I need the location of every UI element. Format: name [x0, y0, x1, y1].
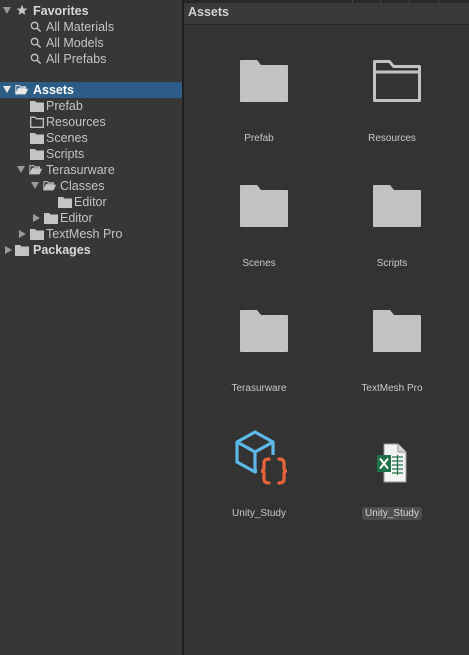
asset-label: Terasurware: [199, 383, 319, 394]
search-icon: [30, 21, 42, 33]
tree-item-all-materials[interactable]: All Materials: [0, 19, 182, 35]
asset-textmesh-pro[interactable]: TextMesh Pro: [332, 309, 452, 419]
asset-scenes[interactable]: Scenes: [199, 184, 319, 294]
tree-item-label: Editor: [60, 211, 93, 225]
tree-item-terasurware[interactable]: Terasurware: [0, 162, 182, 178]
asset-label: Unity_Study: [332, 507, 452, 520]
folder-icon: [30, 101, 44, 112]
tree-item-label: All Models: [46, 36, 104, 50]
folder-icon: [240, 310, 288, 352]
tree-item-label: Terasurware: [46, 163, 115, 177]
empty-folder-icon: [30, 116, 44, 128]
collapse-arrow-icon[interactable]: [19, 230, 26, 238]
search-icon: [30, 53, 42, 65]
tree-item-label: Scripts: [46, 147, 85, 161]
tree-item-editor[interactable]: Editor: [0, 210, 182, 226]
folder-icon: [240, 185, 288, 227]
tree-item-label: All Prefabs: [46, 52, 107, 66]
search-icon: [30, 37, 42, 49]
open-folder-icon: [15, 85, 29, 95]
expand-arrow-icon[interactable]: [17, 166, 25, 173]
breadcrumb: Assets: [188, 5, 229, 19]
asset-label: Scenes: [199, 258, 319, 269]
folder-icon: [373, 185, 421, 227]
tree-item-label: Scenes: [46, 131, 88, 145]
tree-item-prefab[interactable]: Prefab: [0, 98, 182, 114]
tree-item-all-models[interactable]: All Models: [0, 35, 182, 51]
asset-label-text: Unity_Study: [362, 507, 422, 520]
asset-label-text: Scenes: [242, 258, 276, 269]
open-folder-icon: [29, 165, 43, 175]
tree-item-classes-editor[interactable]: Editor: [0, 194, 182, 210]
tree-favorites[interactable]: Favorites: [0, 3, 182, 19]
tree-item-label: Prefab: [46, 99, 83, 113]
folder-icon: [44, 213, 58, 224]
tree-item-all-prefabs[interactable]: All Prefabs: [0, 51, 182, 67]
tree-item-label: Resources: [46, 115, 106, 129]
expand-arrow-icon[interactable]: [3, 7, 11, 14]
folder-icon: [15, 245, 29, 256]
favorites-label: Favorites: [33, 4, 89, 18]
tree-item-label: Editor: [74, 195, 107, 209]
asset-label: Resources: [332, 133, 452, 144]
asset-label-text: Resources: [368, 133, 416, 144]
assets-grid: Prefab Resources Scenes Scripts Terasurw…: [184, 25, 469, 655]
asset-resources[interactable]: Resources: [332, 59, 452, 169]
tree-item-resources[interactable]: Resources: [0, 114, 182, 130]
asset-label: Prefab: [199, 133, 319, 144]
csharp-project-icon: [235, 430, 291, 487]
asset-label-text: Unity_Study: [232, 508, 286, 519]
assets-label: Assets: [33, 83, 74, 97]
folder-icon: [30, 229, 44, 240]
tree-item-label: All Materials: [46, 20, 115, 34]
collapse-arrow-icon[interactable]: [33, 214, 40, 222]
asset-label: Unity_Study: [199, 508, 319, 519]
folder-icon: [240, 60, 288, 102]
packages-label: Packages: [33, 243, 91, 257]
asset-label-text: Terasurware: [231, 383, 287, 394]
tree-item-label: Classes: [60, 179, 105, 193]
tree-item-textmesh-pro[interactable]: TextMesh Pro: [0, 226, 182, 242]
tree-item-scenes[interactable]: Scenes: [0, 130, 182, 146]
open-folder-icon: [43, 181, 57, 191]
tree-packages[interactable]: Packages: [0, 242, 182, 258]
tree-assets[interactable]: Assets: [0, 82, 182, 98]
expand-arrow-icon[interactable]: [31, 182, 39, 189]
collapse-arrow-icon[interactable]: [5, 246, 12, 254]
asset-label: TextMesh Pro: [332, 383, 452, 394]
tree-item-label: TextMesh Pro: [46, 227, 123, 241]
folder-icon: [373, 310, 421, 352]
asset-prefab[interactable]: Prefab: [199, 59, 319, 169]
asset-unity-study-excel[interactable]: Unity_Study: [332, 429, 452, 539]
asset-scripts[interactable]: Scripts: [332, 184, 452, 294]
asset-label-text: TextMesh Pro: [361, 383, 423, 394]
tree-item-classes[interactable]: Classes: [0, 178, 182, 194]
asset-terasurware[interactable]: Terasurware: [199, 309, 319, 419]
tree-item-scripts[interactable]: Scripts: [0, 146, 182, 162]
empty-folder-icon: [373, 60, 421, 102]
folder-icon: [30, 149, 44, 160]
asset-unity-study-project[interactable]: Unity_Study: [199, 429, 319, 539]
asset-label-text: Scripts: [376, 258, 408, 269]
expand-arrow-icon[interactable]: [3, 86, 11, 93]
folder-icon: [58, 197, 72, 208]
folder-icon: [30, 133, 44, 144]
project-tree: Favorites All Materials All Models All P…: [0, 0, 182, 655]
excel-file-icon: [377, 443, 407, 483]
assets-header: Assets: [184, 3, 469, 25]
asset-label-text: Prefab: [244, 133, 274, 144]
star-icon: [16, 4, 28, 15]
asset-label: Scripts: [332, 258, 452, 269]
